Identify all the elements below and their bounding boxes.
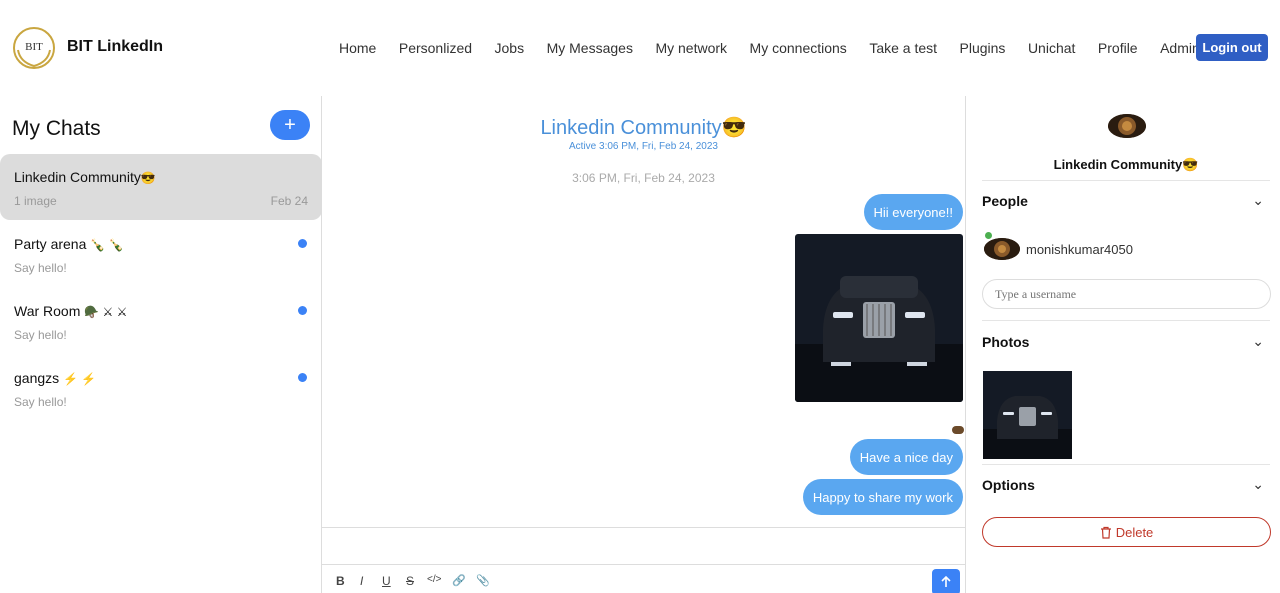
main-nav: Home Personlized Jobs My Messages My net… [339,40,1222,56]
seen-indicator-avatar [952,426,964,434]
chat-name: Linkedin Community😎 [14,169,156,185]
people-label: People [982,193,1028,209]
nav-my-network[interactable]: My network [655,40,727,56]
divider [982,464,1270,465]
message-input[interactable] [322,528,965,565]
chat-item-war-room[interactable]: War Room 🪖 ⚔ ⚔ Say hello! [0,288,322,354]
chat-settings-panel: Linkedin Community😎 People ⌄ monishkumar… [965,96,1280,593]
chat-name: War Room 🪖 ⚔ ⚔ [14,303,128,319]
chat-preview: 1 image [14,194,57,208]
link-icon[interactable]: 🔗 [452,574,466,587]
chat-item-linkedin-community[interactable]: Linkedin Community😎 1 image Feb 24 [0,154,322,220]
italic-icon[interactable]: I [360,574,363,588]
chevron-down-icon[interactable]: ⌄ [1252,333,1264,350]
nav-profile[interactable]: Profile [1098,40,1138,56]
delete-chat-button[interactable]: Delete [982,517,1271,547]
code-icon[interactable]: </> [427,574,441,585]
trash-icon [1100,526,1111,539]
nav-admin[interactable]: Admin [1160,40,1200,56]
chat-preview: Say hello! [14,328,67,342]
message-editor: B I U S </> 🔗 📎 [322,527,965,593]
message-bubble[interactable]: Happy to share my work [802,479,963,515]
chat-preview: Say hello! [14,261,67,275]
nav-my-messages[interactable]: My Messages [547,40,633,56]
unread-dot [298,373,307,382]
photos-label: Photos [982,334,1030,350]
bit-logo-icon[interactable]: BIT [12,26,56,70]
login-out-button[interactable]: Login out [1196,34,1268,61]
divider [982,320,1270,321]
message-bubble[interactable]: Have a nice day [849,439,963,475]
username-input[interactable] [982,279,1271,309]
people-section-header[interactable]: People [982,193,1272,211]
options-label: Options [982,477,1035,493]
chat-preview: Say hello! [14,395,67,409]
nav-take-a-test[interactable]: Take a test [869,40,937,56]
strike-icon[interactable]: S [406,574,414,588]
avatar [984,238,1020,260]
chat-active-status: Active 3:06 PM, Fri, Feb 24, 2023 [569,141,718,152]
chat-panel: Linkedin Community😎 Active 3:06 PM, Fri,… [322,96,965,593]
arrow-up-icon [941,576,951,587]
nav-plugins[interactable]: Plugins [960,40,1006,56]
my-chats-title: My Chats [12,117,101,140]
nav-home[interactable]: Home [339,40,376,56]
brand-name[interactable]: BIT LinkedIn [67,38,163,56]
send-button[interactable] [932,569,960,593]
group-avatar [1108,114,1146,138]
member-username[interactable]: monishkumar4050 [1026,242,1133,257]
underline-icon[interactable]: U [382,574,391,588]
delete-label: Delete [1115,524,1154,540]
chat-title: Linkedin Community😎 [540,117,747,139]
nav-my-connections[interactable]: My connections [750,40,847,56]
chat-item-gangzs[interactable]: gangzs ⚡ ⚡ Say hello! [0,355,322,421]
chat-list-sidebar: My Chats + Linkedin Community😎 1 image F… [0,96,322,593]
chat-name: gangzs ⚡ ⚡ [14,370,97,386]
unread-dot [298,306,307,315]
attachment-icon[interactable]: 📎 [476,574,490,587]
nav-jobs[interactable]: Jobs [495,40,525,56]
chat-date: Feb 24 [270,194,308,208]
options-section-header[interactable]: Options [982,477,1272,495]
chat-item-party-arena[interactable]: Party arena 🍾 🍾 Say hello! [0,221,322,287]
new-chat-button[interactable]: + [270,110,310,140]
chevron-down-icon[interactable]: ⌄ [1252,476,1264,493]
nav-unichat[interactable]: Unichat [1028,40,1075,56]
top-header: BIT BIT LinkedIn Home Personlized Jobs M… [0,0,1280,96]
message-timestamp: 3:06 PM, Fri, Feb 24, 2023 [572,171,715,185]
message-bubble[interactable]: Hii everyone!! [863,194,963,230]
online-status-dot [985,232,992,239]
photos-section-header[interactable]: Photos [982,334,1272,352]
divider [982,180,1270,181]
shared-car-photo[interactable] [795,234,963,402]
unread-dot [298,239,307,248]
nav-personlized[interactable]: Personlized [399,40,472,56]
bold-icon[interactable]: B [336,574,345,588]
chevron-down-icon[interactable]: ⌄ [1252,192,1264,209]
photo-thumbnail[interactable] [983,371,1072,459]
chat-name: Party arena 🍾 🍾 [14,236,124,252]
svg-text:BIT: BIT [25,41,43,53]
group-name: Linkedin Community😎 [1053,157,1199,172]
